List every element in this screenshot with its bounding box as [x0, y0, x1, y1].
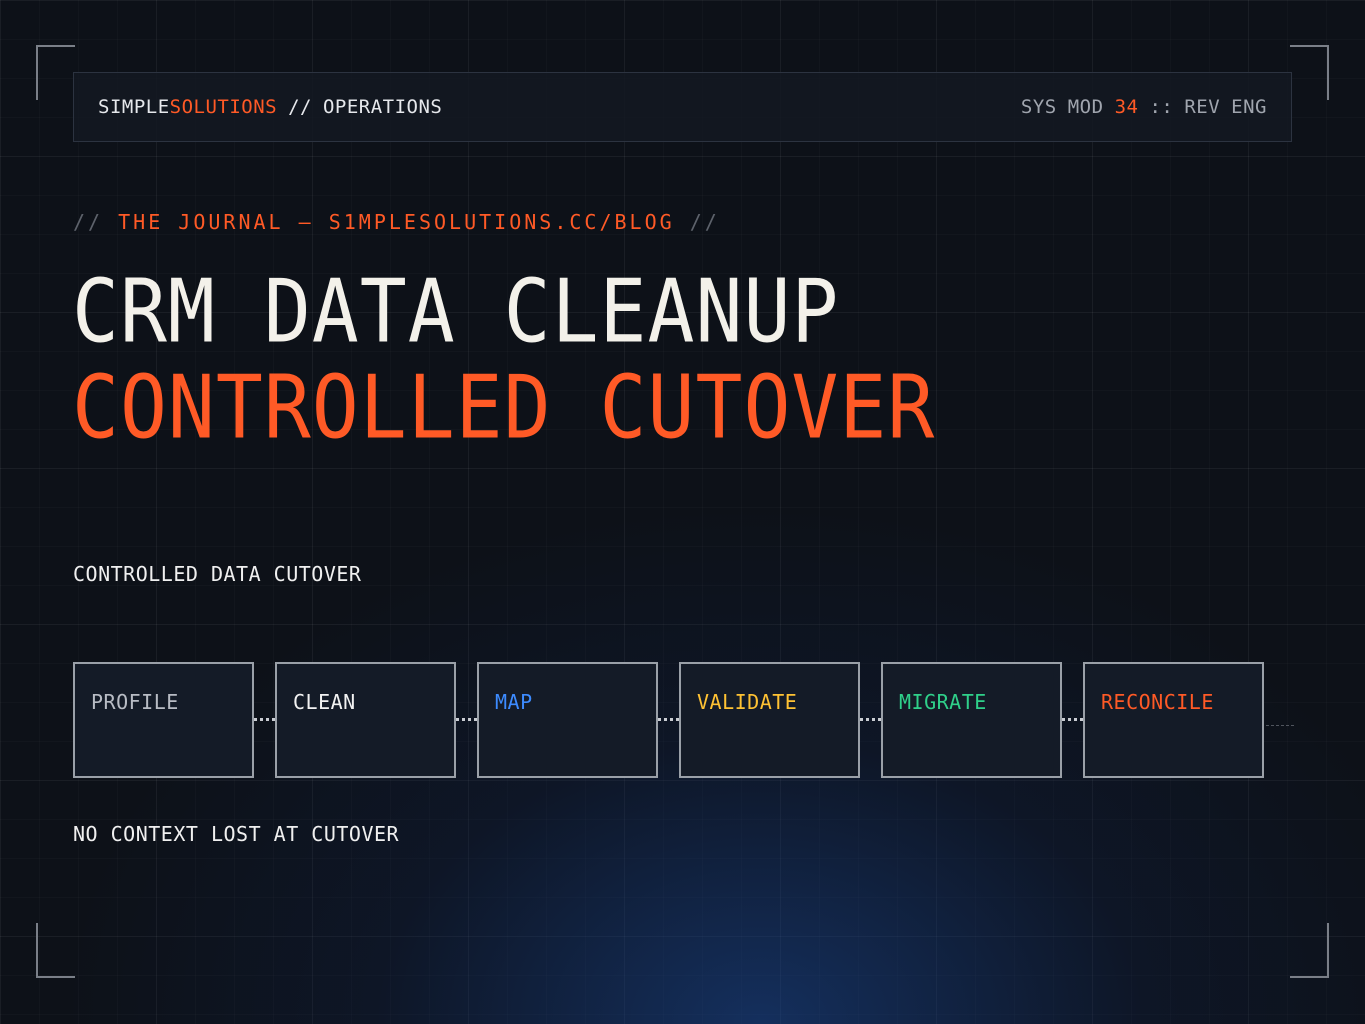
brand: SIMPLE SOLUTIONS // OPERATIONS	[98, 96, 442, 118]
connector	[456, 718, 477, 721]
stage-label: RECONCILE	[1101, 690, 1214, 714]
brand-primary: SIMPLE	[98, 96, 170, 118]
system-code: SYS MOD 34 :: REV ENG	[1021, 96, 1267, 118]
stage-map: MAP	[477, 662, 658, 778]
sys-label: SYS	[1020, 96, 1057, 118]
stage-migrate: MIGRATE	[881, 662, 1062, 778]
corner-bracket-top-left	[36, 45, 75, 100]
stage-label: VALIDATE	[697, 690, 798, 714]
header-bar: SIMPLE SOLUTIONS // OPERATIONS SYS MOD 34…	[73, 72, 1292, 142]
stage-label: CLEAN	[293, 690, 356, 714]
page-title-line-2: CONTROLLED CUTOVER	[72, 358, 936, 459]
connector	[254, 718, 275, 721]
corner-bracket-bottom-left	[36, 923, 75, 978]
stage-reconcile: RECONCILE	[1083, 662, 1264, 778]
pipeline-tail	[1266, 725, 1294, 726]
connector	[1062, 718, 1083, 721]
stage-label: MAP	[495, 690, 533, 714]
stage-clean: CLEAN	[275, 662, 456, 778]
page-title-line-1: CRM DATA CLEANUP	[72, 262, 840, 363]
stage-label: PROFILE	[91, 690, 179, 714]
eng-label: ENG	[1231, 96, 1267, 118]
mod-label: MOD	[1067, 96, 1104, 118]
pipeline-diagram: PROFILE CLEAN MAP VALIDATE MIGRATE RECON…	[73, 662, 1303, 778]
brand-separator: //	[288, 96, 312, 118]
section-label: CONTROLLED DATA CUTOVER	[73, 562, 362, 586]
corner-bracket-top-right	[1290, 45, 1329, 100]
kicker-prefix: //	[73, 210, 104, 234]
connector	[860, 718, 881, 721]
journal-kicker: // THE JOURNAL — S1MPLESOLUTIONS.CC/BLOG…	[73, 210, 720, 234]
footer-label: NO CONTEXT LOST AT CUTOVER	[73, 822, 400, 846]
section-name: OPERATIONS	[322, 96, 443, 118]
stage-profile: PROFILE	[73, 662, 254, 778]
brand-accent: SOLUTIONS	[169, 96, 278, 118]
stage-validate: VALIDATE	[679, 662, 860, 778]
corner-bracket-bottom-right	[1290, 923, 1329, 978]
kicker-text: THE JOURNAL — S1MPLESOLUTIONS.CC/BLOG	[118, 210, 675, 234]
stage-label: MIGRATE	[899, 690, 987, 714]
rev-label: REV	[1184, 96, 1221, 118]
mod-number: 34	[1114, 96, 1139, 118]
code-delimiter: ::	[1149, 96, 1174, 118]
connector	[658, 718, 679, 721]
kicker-suffix: //	[689, 210, 720, 234]
